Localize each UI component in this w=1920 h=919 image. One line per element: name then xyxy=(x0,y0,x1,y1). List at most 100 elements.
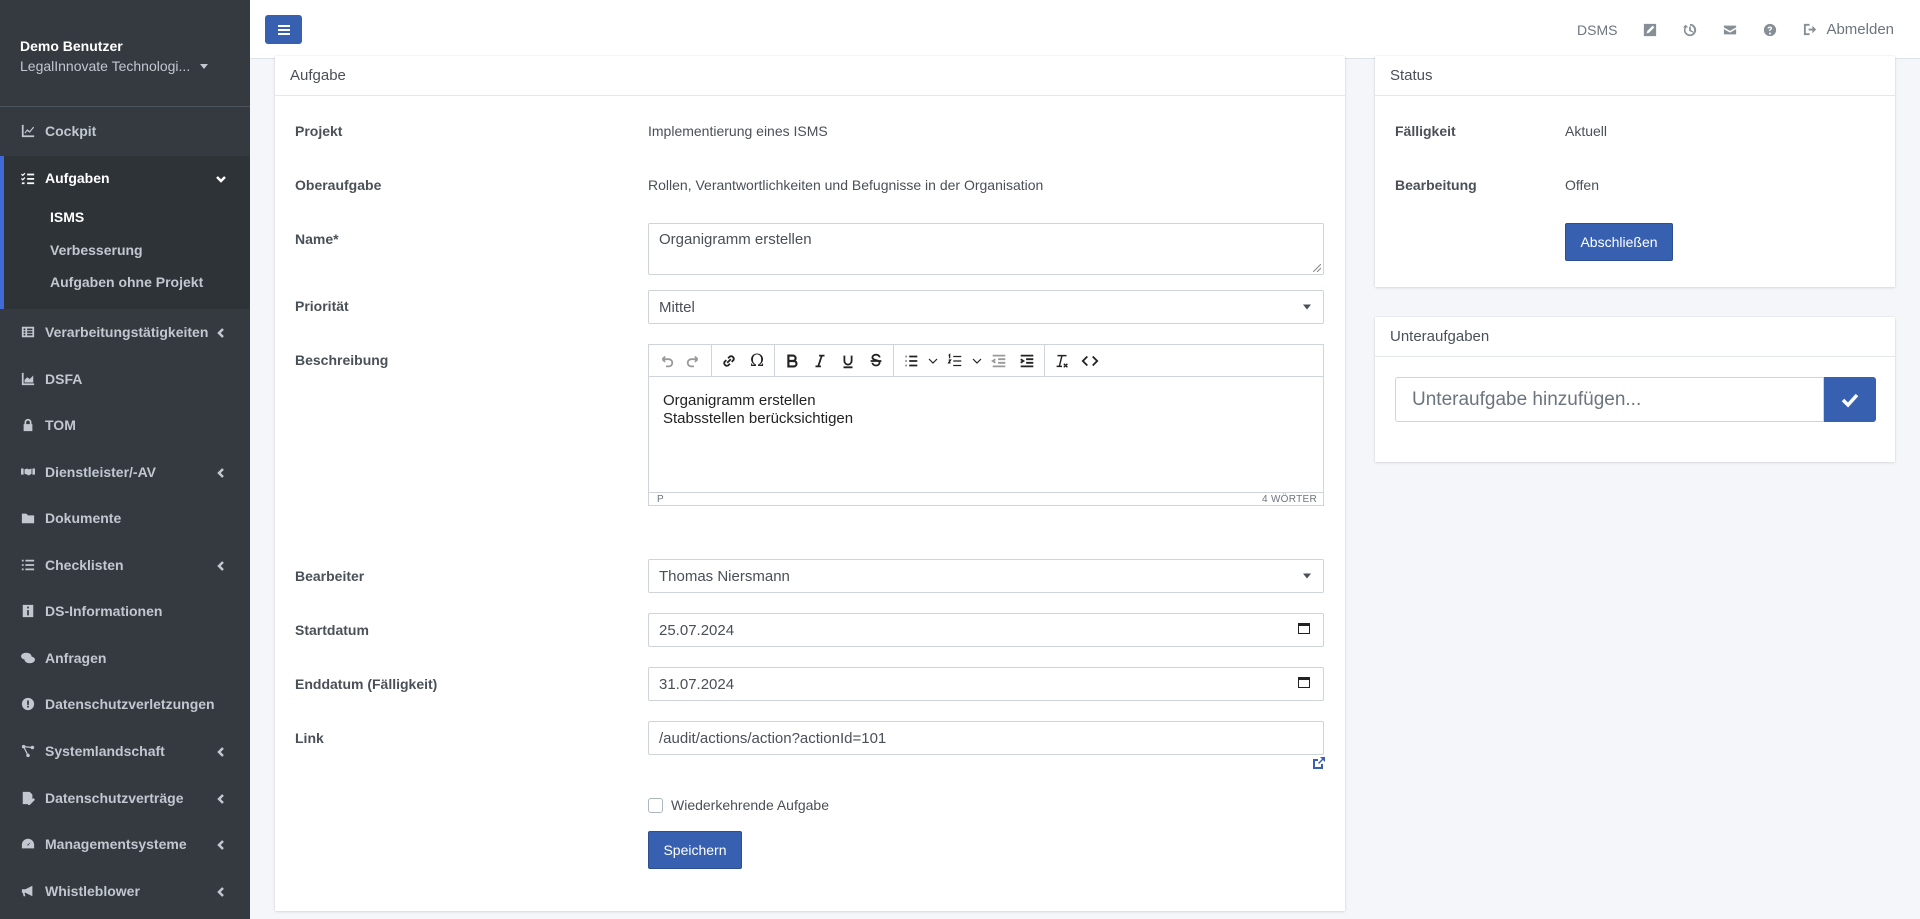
editor-path[interactable]: P xyxy=(657,494,664,506)
project-label: Projekt xyxy=(295,123,343,139)
editor-content[interactable]: Organigramm erstellen Stabsstellen berüc… xyxy=(649,377,1323,492)
chevron-left-icon xyxy=(216,558,230,572)
assignee-value: Thomas Niersmann xyxy=(659,567,790,585)
editor-statusbar: P 4 WÖRTER xyxy=(649,492,1323,506)
calendar-icon[interactable] xyxy=(1297,621,1311,639)
resize-handle-icon[interactable] xyxy=(1313,264,1321,272)
hamburger-icon xyxy=(277,24,290,35)
special-char-icon[interactable]: Ω xyxy=(746,349,768,373)
sidebar-item-datenschutzvertraege[interactable]: Datenschutzverträge xyxy=(0,778,250,818)
org-switcher[interactable]: LegalInnovate Technologi... xyxy=(20,58,230,74)
sidebar-item-verarbeitungstaetigkeiten[interactable]: Verarbeitungstätigkeiten xyxy=(0,312,250,352)
folder-icon xyxy=(20,511,36,525)
recurring-checkbox[interactable] xyxy=(648,797,663,813)
sidebar-item-tom[interactable]: TOM xyxy=(0,405,250,445)
sidebar-item-label: Datenschutzverletzungen xyxy=(45,696,215,712)
list-icon xyxy=(20,558,36,572)
outdent-icon[interactable] xyxy=(988,349,1010,373)
recurring-checkbox-row[interactable]: Wiederkehrende Aufgabe xyxy=(648,797,829,813)
logout-label: Abmelden xyxy=(1826,21,1894,38)
italic-icon[interactable] xyxy=(809,349,831,373)
external-link-icon[interactable] xyxy=(1312,756,1326,773)
sidebar-item-ds-informationen[interactable]: DS-Informationen xyxy=(0,591,250,631)
menu-toggle-button[interactable] xyxy=(265,15,302,44)
priority-select[interactable]: Mittel xyxy=(648,290,1324,324)
parent-task-label: Oberaufgabe xyxy=(295,177,382,193)
caret-down-icon xyxy=(1303,573,1311,579)
sidebar-item-whistleblower[interactable]: Whistleblower xyxy=(0,871,250,911)
subtask-placeholder: Unteraufgabe hinzufügen... xyxy=(1412,388,1642,410)
sidebar-subitem-verbesserung[interactable]: Verbesserung xyxy=(50,242,143,258)
caret-down-icon xyxy=(200,63,209,69)
end-date-input[interactable]: 31.07.2024 xyxy=(648,667,1324,701)
logout-button[interactable]: Abmelden xyxy=(1803,21,1894,38)
edit-icon[interactable] xyxy=(1643,23,1657,37)
numbered-list-icon[interactable] xyxy=(944,349,966,373)
link-icon[interactable] xyxy=(718,349,740,373)
underline-icon[interactable] xyxy=(837,349,859,373)
sidebar-item-label: Anfragen xyxy=(45,650,107,666)
chevron-down-icon xyxy=(216,171,230,185)
sidebar-subitem-ohne-projekt[interactable]: Aufgaben ohne Projekt xyxy=(50,274,203,290)
end-date-value: 31.07.2024 xyxy=(659,675,735,693)
bullet-list-icon[interactable] xyxy=(900,349,922,373)
name-value: Organigramm erstellen xyxy=(659,231,812,248)
complete-button[interactable]: Abschließen xyxy=(1565,223,1673,261)
history-icon[interactable] xyxy=(1683,23,1697,37)
clear-formatting-icon[interactable] xyxy=(1051,349,1073,373)
sidebar-item-anfragen[interactable]: Anfragen xyxy=(0,638,250,678)
subtasks-card-header: Unteraufgaben xyxy=(1375,317,1895,357)
sidebar-item-aufgaben[interactable]: Aufgaben xyxy=(0,158,250,198)
sidebar: Demo Benutzer LegalInnovate Technologi..… xyxy=(0,0,250,919)
source-code-icon[interactable] xyxy=(1079,349,1101,373)
sidebar-item-cockpit[interactable]: Cockpit xyxy=(0,111,250,151)
strikethrough-icon[interactable] xyxy=(865,349,887,373)
chevron-down-icon[interactable] xyxy=(928,349,938,373)
name-field[interactable]: Organigramm erstellen xyxy=(648,223,1324,275)
lock-icon xyxy=(20,418,36,432)
help-icon[interactable] xyxy=(1763,23,1777,37)
recurring-label: Wiederkehrende Aufgabe xyxy=(671,797,829,813)
bold-icon[interactable] xyxy=(781,349,803,373)
indent-icon[interactable] xyxy=(1016,349,1038,373)
subtask-input[interactable]: Unteraufgabe hinzufügen... xyxy=(1395,377,1824,422)
envelope-icon[interactable] xyxy=(1723,23,1737,37)
name-label: Name* xyxy=(295,231,339,247)
toolbar-group-format xyxy=(775,344,894,377)
link-input[interactable]: /audit/actions/action?actionId=101 xyxy=(648,721,1324,755)
undo-icon[interactable] xyxy=(655,349,677,373)
start-date-input[interactable]: 25.07.2024 xyxy=(648,613,1324,647)
dsms-link[interactable]: DSMS xyxy=(1577,22,1617,38)
chevron-left-icon xyxy=(216,744,230,758)
check-icon xyxy=(1841,393,1859,408)
redo-icon[interactable] xyxy=(683,349,705,373)
description-editor: Ω Organigramm erstellen Stabsstellen ber… xyxy=(648,344,1324,506)
toolbar-group-lists xyxy=(894,344,1045,377)
priority-label: Priorität xyxy=(295,298,349,314)
sidebar-item-managementsysteme[interactable]: Managementsysteme xyxy=(0,824,250,864)
sidebar-item-checklisten[interactable]: Checklisten xyxy=(0,545,250,585)
description-label: Beschreibung xyxy=(295,352,389,368)
sidebar-item-datenschutzverletzungen[interactable]: Datenschutzverletzungen xyxy=(0,684,250,724)
sidebar-item-label: Dokumente xyxy=(45,510,122,526)
sign-out-icon xyxy=(1804,23,1817,36)
toolbar-group-history xyxy=(649,344,712,377)
add-subtask-button[interactable] xyxy=(1824,377,1876,422)
calendar-icon[interactable] xyxy=(1297,675,1311,693)
chevron-left-icon xyxy=(216,837,230,851)
sidebar-item-label: Systemlandschaft xyxy=(45,743,165,759)
sidebar-item-label: Whistleblower xyxy=(45,883,140,899)
sidebar-item-systemlandschaft[interactable]: Systemlandschaft xyxy=(0,731,250,771)
sidebar-subitem-isms[interactable]: ISMS xyxy=(50,209,84,225)
org-name: LegalInnovate Technologi... xyxy=(20,58,191,74)
handshake-icon xyxy=(20,465,36,479)
sidebar-item-label: TOM xyxy=(45,417,76,433)
sidebar-item-dsfa[interactable]: DSFA xyxy=(0,359,250,399)
sidebar-item-dienstleister[interactable]: Dienstleister/-AV xyxy=(0,452,250,492)
assignee-select[interactable]: Thomas Niersmann xyxy=(648,559,1324,593)
save-button[interactable]: Speichern xyxy=(648,831,742,869)
editor-wordcount[interactable]: 4 WÖRTER xyxy=(1262,494,1317,506)
chevron-down-icon[interactable] xyxy=(972,349,982,373)
sidebar-item-dokumente[interactable]: Dokumente xyxy=(0,498,250,538)
bullhorn-icon xyxy=(20,884,36,898)
